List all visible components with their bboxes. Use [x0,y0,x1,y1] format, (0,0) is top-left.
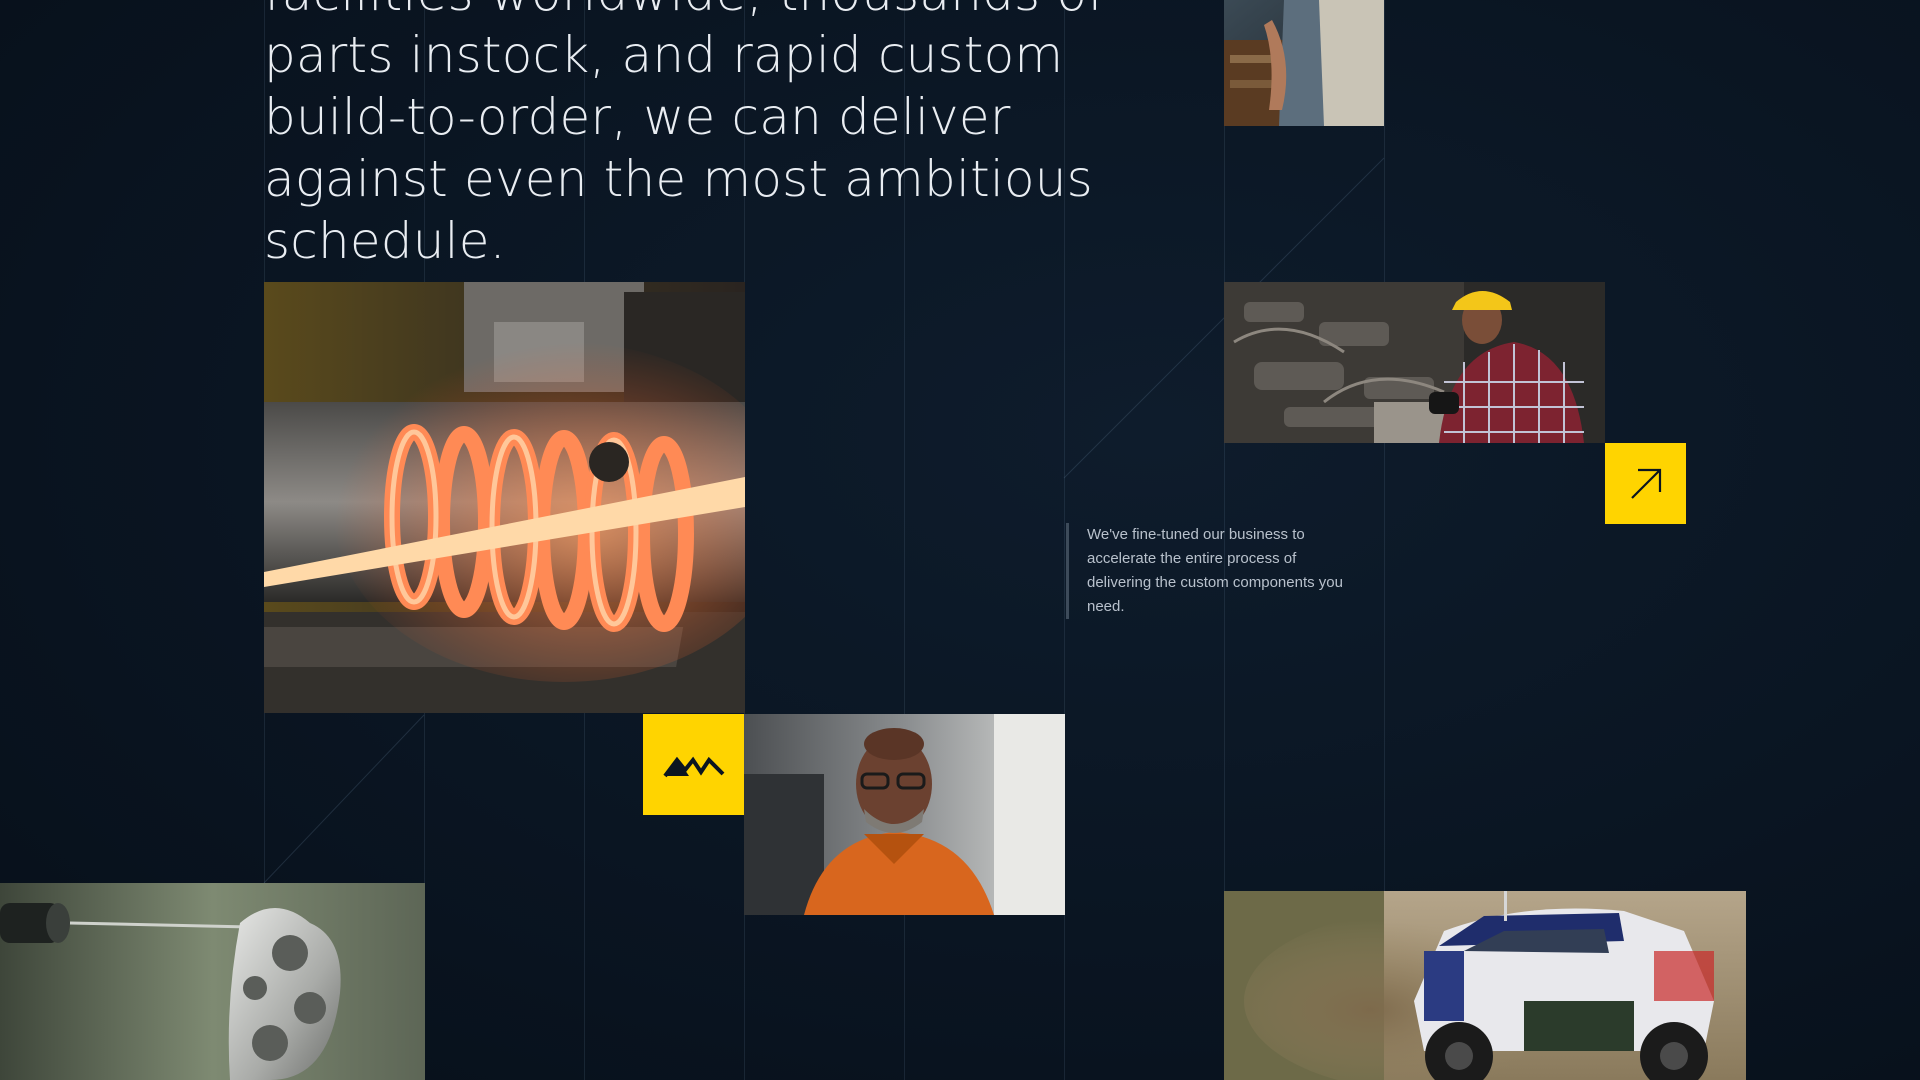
worker-apron-photo [1224,0,1384,126]
intro-quote: We've fine-tuned our business to acceler… [1066,523,1347,619]
precision-part-photo [0,883,425,1080]
offroad-truck-photo [1224,891,1746,1080]
engineer-portrait-photo [744,714,1065,915]
arrow-link-button[interactable] [1605,443,1686,524]
hot-coil-spring-photo [264,282,745,713]
brand-logo-icon [662,756,724,777]
page-canvas: facilities worldwide, thousands of parts… [0,0,1920,1080]
hardhat-worker-photo [1224,282,1605,443]
brand-logo-tile [643,714,744,815]
hero-headline: facilities worldwide, thousands of parts… [264,0,1105,270]
arrow-up-right-icon [1630,468,1661,499]
